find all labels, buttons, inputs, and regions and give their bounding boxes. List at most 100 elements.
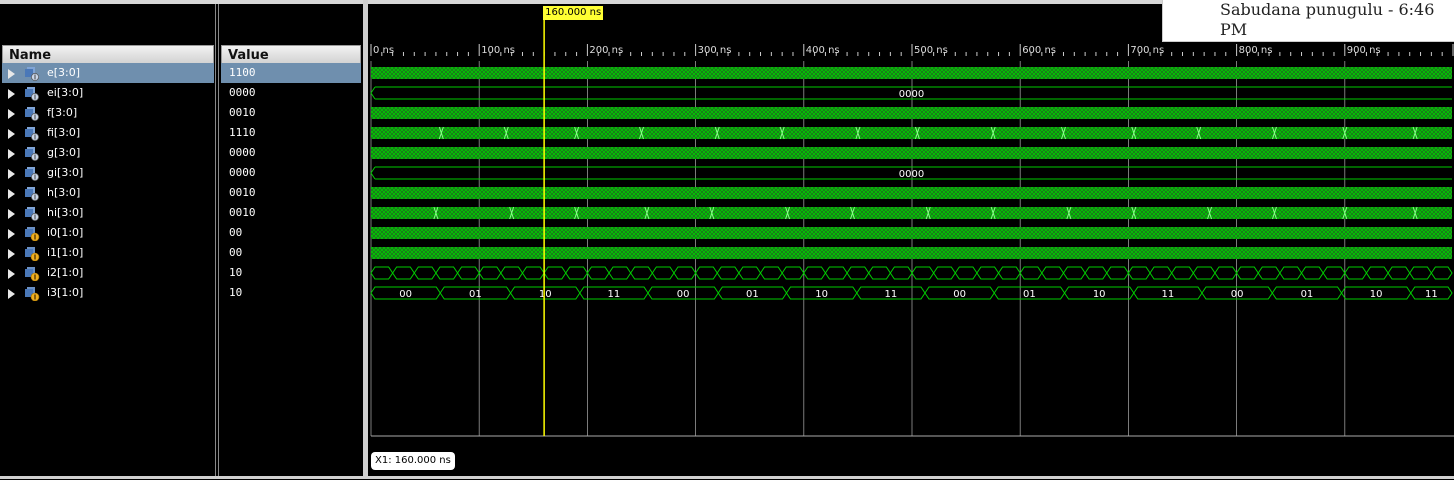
- bus-value-label: 00: [953, 289, 966, 300]
- signal-value-row[interactable]: 0000: [221, 83, 361, 103]
- time-axis-label: 500 ns: [914, 45, 948, 56]
- bus-segment: [1084, 266, 1108, 280]
- bus-segment: [954, 266, 978, 280]
- expand-arrow-icon[interactable]: [8, 249, 15, 259]
- expand-arrow-icon[interactable]: [8, 129, 15, 139]
- dense-waveform: [371, 227, 1452, 239]
- signal-value-row[interactable]: 1100: [221, 63, 361, 83]
- signal-value-row[interactable]: 0010: [221, 183, 361, 203]
- bus-value-label: 00: [677, 289, 690, 300]
- signal-value: 1110: [229, 126, 256, 139]
- signal-name: h[3:0]: [47, 186, 81, 199]
- bus-segment: [456, 266, 480, 280]
- signal-row[interactable]: i0[1:0]: [2, 223, 214, 243]
- signal-row[interactable]: e[3:0]: [2, 63, 214, 83]
- bus-segment: [1344, 266, 1368, 280]
- bus-segment: [781, 266, 805, 280]
- bus-value-label: 01: [1301, 289, 1314, 300]
- signal-value-row[interactable]: 0000: [221, 163, 361, 183]
- time-axis-label: 300 ns: [698, 45, 732, 56]
- bus-segment: [565, 266, 589, 280]
- signal-value: 0010: [229, 206, 256, 219]
- signal-value: 00: [229, 226, 243, 239]
- signal-row[interactable]: hi[3:0]: [2, 203, 214, 223]
- bus-segment: [521, 266, 545, 280]
- input-bus-icon: [24, 246, 40, 262]
- bus-segment: [933, 266, 956, 280]
- bus-segment: [1235, 266, 1259, 280]
- expand-arrow-icon[interactable]: [8, 169, 15, 179]
- signal-value: 00: [229, 246, 243, 259]
- signal-value: 1100: [229, 66, 256, 79]
- signal-name: g[3:0]: [47, 146, 81, 159]
- signal-value-row[interactable]: 0010: [221, 203, 361, 223]
- bus-segment: [759, 266, 783, 280]
- bus-segment: [738, 266, 762, 280]
- time-axis-label: 700 ns: [1130, 45, 1164, 56]
- dense-waveform: [371, 107, 1452, 119]
- expand-arrow-icon[interactable]: [8, 109, 15, 119]
- signal-value-pane: Value 1100 0000 0010 1110 0000 0000 0010 0010 00…: [218, 4, 364, 479]
- signal-row[interactable]: ei[3:0]: [2, 83, 214, 103]
- input-bus-icon: [24, 266, 40, 282]
- bus-value-label: 10: [539, 289, 552, 300]
- signal-name: i2[1:0]: [47, 266, 84, 279]
- expand-arrow-icon[interactable]: [8, 269, 15, 279]
- waveform-canvas[interactable]: 0 ns 100 ns 200 ns 300 ns 400 ns 500 ns 600 ns…: [368, 4, 1454, 476]
- expand-arrow-icon[interactable]: [8, 89, 15, 99]
- cursor-time-label[interactable]: 160.000 ns: [543, 6, 604, 20]
- signal-value-row[interactable]: 10: [221, 263, 361, 283]
- signal-value-row[interactable]: 0000: [221, 143, 361, 163]
- signal-value-row[interactable]: 00: [221, 243, 361, 263]
- signal-name: e[3:0]: [47, 66, 81, 79]
- bus-segment: [500, 266, 524, 280]
- bus-segment: [1106, 266, 1130, 280]
- signal-value-row[interactable]: 10: [221, 283, 361, 303]
- bus-signal-icon: [24, 166, 40, 181]
- time-axis-label: 400 ns: [806, 45, 840, 56]
- expand-arrow-icon[interactable]: [8, 289, 15, 299]
- bus-segment: [392, 266, 415, 280]
- signal-value: 0010: [229, 106, 256, 119]
- signal-value-row[interactable]: 1110: [221, 123, 361, 143]
- signal-value-row[interactable]: 0010: [221, 103, 361, 123]
- signal-value: 0010: [229, 186, 256, 199]
- bus-segment: [586, 266, 610, 280]
- signal-row[interactable]: h[3:0]: [2, 183, 214, 203]
- signal-value-row[interactable]: 00: [221, 223, 361, 243]
- bus-signal-icon: [24, 126, 40, 141]
- bus-segment: [1322, 266, 1346, 280]
- bus-segment: [1149, 266, 1173, 280]
- time-axis-label: 800 ns: [1239, 45, 1273, 56]
- notification-popup[interactable]: Sabudana punugulu - 6:46 PM: [1162, 0, 1454, 42]
- signal-value: 0000: [229, 86, 256, 99]
- bus-value-label: 01: [1023, 289, 1036, 300]
- signal-row[interactable]: i2[1:0]: [2, 263, 214, 283]
- signal-name: i0[1:0]: [47, 226, 84, 239]
- expand-arrow-icon[interactable]: [8, 229, 15, 239]
- bus-value-label: 11: [1162, 289, 1175, 300]
- signal-value: 10: [229, 266, 243, 279]
- bus-segment: [1062, 266, 1086, 280]
- bus-segment: [435, 266, 459, 280]
- bus-value-label: 10: [1370, 289, 1383, 300]
- signal-row[interactable]: i1[1:0]: [2, 243, 214, 263]
- signal-row[interactable]: f[3:0]: [2, 103, 214, 123]
- signal-row[interactable]: g[3:0]: [2, 143, 214, 163]
- bus-segment: [673, 266, 697, 280]
- expand-arrow-icon[interactable]: [8, 209, 15, 219]
- waveform-area[interactable]: 0 ns 100 ns 200 ns 300 ns 400 ns 500 ns 600 ns…: [368, 4, 1454, 476]
- signal-name: ei[3:0]: [47, 86, 84, 99]
- signal-value: 0000: [229, 146, 256, 159]
- signal-row[interactable]: fi[3:0]: [2, 123, 214, 143]
- expand-arrow-icon[interactable]: [8, 69, 15, 79]
- signal-row[interactable]: gi[3:0]: [2, 163, 214, 183]
- bus-signal-icon: [24, 206, 40, 221]
- bus-segment: [478, 266, 502, 280]
- bus-segment: [1300, 266, 1324, 280]
- expand-arrow-icon[interactable]: [8, 149, 15, 159]
- expand-arrow-icon[interactable]: [8, 189, 15, 199]
- notification-text: Sabudana punugulu - 6:46 PM: [1220, 0, 1435, 39]
- signal-row[interactable]: i3[1:0]: [2, 283, 214, 303]
- bus-value-label: 00: [1231, 289, 1244, 300]
